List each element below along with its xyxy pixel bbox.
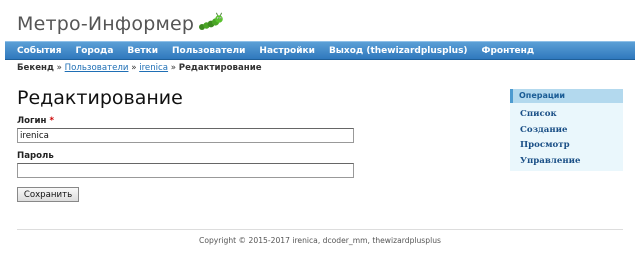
- password-label: Пароль: [17, 151, 54, 161]
- breadcrumb-separator: »: [170, 63, 177, 73]
- breadcrumb-current: Редактирование: [178, 63, 262, 73]
- menu-item-settings[interactable]: Настройки: [259, 46, 315, 56]
- sidebar-title: Операции: [510, 89, 623, 103]
- breadcrumb-link-users[interactable]: Пользователи: [65, 63, 129, 73]
- required-mark: *: [49, 116, 55, 126]
- password-input[interactable]: [17, 163, 354, 178]
- menu-item-logout[interactable]: Выход (thewizardplusplus): [329, 46, 468, 56]
- page-title: Редактирование: [17, 87, 183, 109]
- footer-divider: [17, 229, 623, 230]
- login-input[interactable]: [17, 128, 354, 143]
- menu-item-cities[interactable]: Города: [76, 46, 114, 56]
- breadcrumb-separator: »: [131, 63, 137, 73]
- breadcrumb-separator: »: [56, 63, 62, 73]
- sidebar-item-view[interactable]: Просмотр: [520, 138, 623, 154]
- login-label: Логин *: [17, 116, 54, 126]
- main-menu: События Города Ветки Пользователи Настро…: [5, 41, 635, 60]
- sidebar-item-manage[interactable]: Управление: [520, 154, 623, 170]
- site-title: Метро-Информер: [17, 13, 195, 35]
- footer-copyright: Copyright © 2015-2017 irenica, dcoder_mm…: [199, 236, 441, 245]
- menu-item-lines[interactable]: Ветки: [127, 46, 158, 56]
- site-header: Метро-Информер: [17, 10, 223, 38]
- caterpillar-icon: [199, 12, 223, 30]
- menu-item-frontend[interactable]: Фронтенд: [482, 46, 535, 56]
- operations-sidebar: Операции Список Создание Просмотр Управл…: [510, 89, 623, 171]
- login-label-text: Логин: [17, 116, 47, 126]
- menu-item-events[interactable]: События: [17, 46, 62, 56]
- breadcrumb-root: Бекенд: [17, 63, 54, 73]
- breadcrumb-link-user[interactable]: irenica: [139, 63, 168, 73]
- operations-list: Список Создание Просмотр Управление: [510, 103, 623, 169]
- page: Метро-Информер События Города Ветки Поль…: [0, 0, 640, 263]
- sidebar-item-list[interactable]: Список: [520, 107, 623, 123]
- menu-item-users[interactable]: Пользователи: [172, 46, 245, 56]
- breadcrumb: Бекенд » Пользователи » irenica » Редакт…: [17, 63, 262, 73]
- sidebar-item-create[interactable]: Создание: [520, 123, 623, 139]
- save-button[interactable]: Сохранить: [17, 187, 79, 202]
